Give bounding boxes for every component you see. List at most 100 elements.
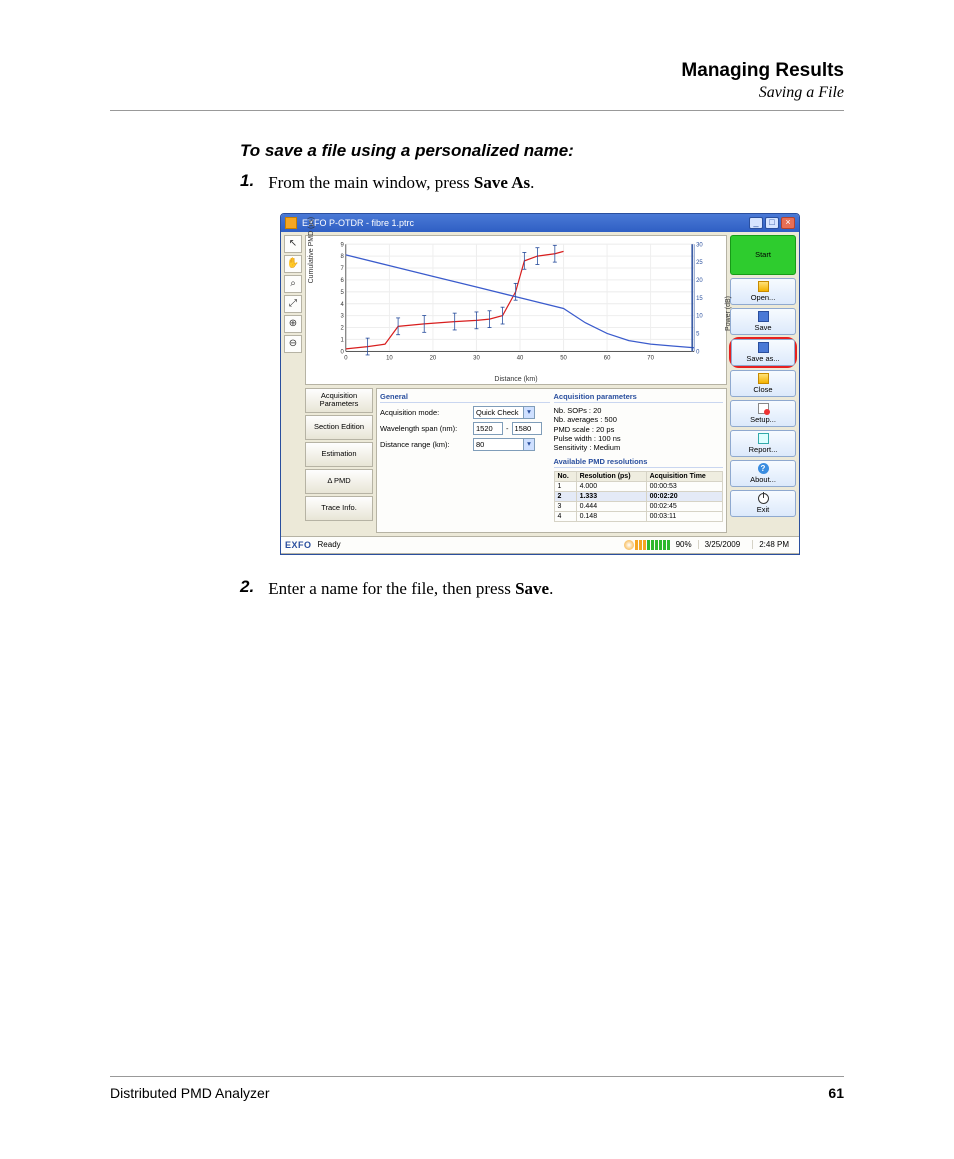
wl-sep: - (506, 424, 509, 433)
table-cell: 00:00:53 (646, 481, 722, 491)
resolutions-table[interactable]: No. Resolution (ps) Acquisition Time 14.… (554, 471, 724, 522)
chapter-title: Managing Results (110, 60, 844, 82)
maximize-button[interactable]: □ (765, 217, 779, 229)
folder-open-icon (758, 281, 769, 292)
x-axis-label: Distance (km) (306, 376, 726, 383)
acq-line: Pulse width : 100 ns (554, 434, 724, 443)
table-row[interactable]: 30.44400:02:45 (554, 501, 723, 511)
svg-text:60: 60 (604, 354, 611, 361)
svg-text:6: 6 (341, 277, 345, 284)
hand-tool-icon[interactable]: ✋ (284, 255, 302, 273)
step-action: Save (515, 579, 549, 598)
trace-chart[interactable]: Cumulative PMD (ps) Power (dB) Distance … (305, 235, 727, 385)
svg-text:15: 15 (696, 295, 703, 302)
floppy-icon (758, 311, 769, 322)
save-button[interactable]: Save (730, 308, 796, 335)
svg-text:4: 4 (341, 300, 345, 307)
app-icon (285, 217, 297, 229)
table-cell: 00:02:45 (646, 501, 722, 511)
table-row[interactable]: 14.00000:00:53 (554, 481, 723, 491)
svg-text:10: 10 (386, 354, 393, 361)
app-window: EXFO P-OTDR - fibre 1.ptrc _ □ × ↖ ✋ ⌕ ⤢ (280, 213, 800, 555)
zoom-fit-tool-icon[interactable]: ⤢ (284, 295, 302, 313)
svg-text:40: 40 (517, 354, 524, 361)
acq-params-title: Acquisition parameters (554, 392, 724, 403)
info-icon: ? (758, 463, 769, 474)
step-number: 1. (240, 171, 254, 195)
acq-line: Sensitivity : Medium (554, 443, 724, 452)
svg-text:50: 50 (560, 354, 567, 361)
page-footer: Distributed PMD Analyzer 61 (110, 1076, 844, 1101)
table-row[interactable]: 21.33300:02:20 (554, 491, 723, 501)
step-2: 2. Enter a name for the file, then press… (240, 577, 844, 601)
general-group: General Acquisition mode: Quick Check ▾ (380, 392, 550, 529)
about-button[interactable]: ?About... (730, 460, 796, 487)
svg-text:5: 5 (696, 330, 700, 337)
step-text-post: . (549, 579, 553, 598)
svg-text:0: 0 (696, 348, 700, 355)
titlebar[interactable]: EXFO P-OTDR - fibre 1.ptrc _ □ × (281, 214, 799, 232)
brand-logo: EXFO (285, 540, 312, 550)
zoom-in-tool-icon[interactable]: ⊕ (284, 315, 302, 333)
acq-mode-label: Acquisition mode: (380, 408, 470, 417)
svg-text:30: 30 (473, 354, 480, 361)
close-file-button[interactable]: Close (730, 370, 796, 397)
status-date: 3/25/2009 (698, 540, 747, 549)
minimize-button[interactable]: _ (749, 217, 763, 229)
svg-text:5: 5 (341, 289, 345, 296)
y-axis-label: Cumulative PMD (ps) (308, 217, 315, 284)
save-as-button[interactable]: Save as... (731, 339, 795, 366)
wl-to-input[interactable]: 1580 (512, 422, 542, 435)
svg-text:20: 20 (696, 277, 703, 284)
svg-text:3: 3 (341, 312, 345, 319)
header-rule (110, 110, 844, 111)
report-icon (758, 433, 769, 444)
report-button[interactable]: Report... (730, 430, 796, 457)
dist-range-combo[interactable]: 80 ▾ (473, 438, 535, 451)
action-buttons: Start Open... Save Save as... Close Setu… (730, 235, 796, 533)
acquisition-params-group: Acquisition parameters Nb. SOPs : 20 Nb.… (554, 392, 724, 529)
chart-canvas: 0123456789051015202530010203040506070 (332, 240, 708, 366)
svg-text:7: 7 (341, 265, 345, 272)
step-number: 2. (240, 577, 254, 601)
svg-text:1: 1 (341, 336, 345, 343)
battery-indicator (624, 540, 670, 550)
svg-text:0: 0 (344, 354, 348, 361)
tab-section-edition[interactable]: Section Edition (305, 415, 373, 440)
step-text-post: . (530, 173, 534, 192)
open-button[interactable]: Open... (730, 278, 796, 305)
close-button[interactable]: × (781, 217, 795, 229)
chevron-down-icon: ▾ (523, 407, 534, 418)
footer-product: Distributed PMD Analyzer (110, 1085, 270, 1101)
window-title: EXFO P-OTDR - fibre 1.ptrc (302, 218, 749, 228)
table-cell: 0.444 (576, 501, 646, 511)
table-row[interactable]: 40.14800:03:11 (554, 511, 723, 521)
col-acq-time: Acquisition Time (646, 471, 722, 481)
svg-text:70: 70 (647, 354, 654, 361)
table-cell: 1.333 (576, 491, 646, 501)
step-action: Save As (474, 173, 530, 192)
tab-delta-pmd[interactable]: Δ PMD (305, 469, 373, 494)
table-cell: 4 (554, 511, 576, 521)
exit-button[interactable]: Exit (730, 490, 796, 517)
floppy-icon (758, 342, 769, 353)
setup-button[interactable]: Setup... (730, 400, 796, 427)
zoom-region-tool-icon[interactable]: ⌕ (284, 275, 302, 293)
dist-range-value: 80 (476, 440, 484, 449)
tab-acquisition-parameters[interactable]: Acquisition Parameters (305, 388, 373, 413)
power-icon (758, 493, 769, 504)
svg-text:8: 8 (341, 253, 345, 260)
wl-from-input[interactable]: 1520 (473, 422, 503, 435)
svg-text:20: 20 (430, 354, 437, 361)
col-no: No. (554, 471, 576, 481)
start-button[interactable]: Start (730, 235, 796, 275)
tab-trace-info[interactable]: Trace Info. (305, 496, 373, 521)
y2-axis-label: Power (dB) (725, 296, 732, 331)
zoom-out-tool-icon[interactable]: ⊖ (284, 335, 302, 353)
section-title: Saving a File (110, 84, 844, 102)
wl-span-label: Wavelength span (nm): (380, 424, 470, 433)
tab-estimation[interactable]: Estimation (305, 442, 373, 467)
page-number: 61 (828, 1085, 844, 1101)
acq-mode-combo[interactable]: Quick Check ▾ (473, 406, 535, 419)
pointer-tool-icon[interactable]: ↖ (284, 235, 302, 253)
